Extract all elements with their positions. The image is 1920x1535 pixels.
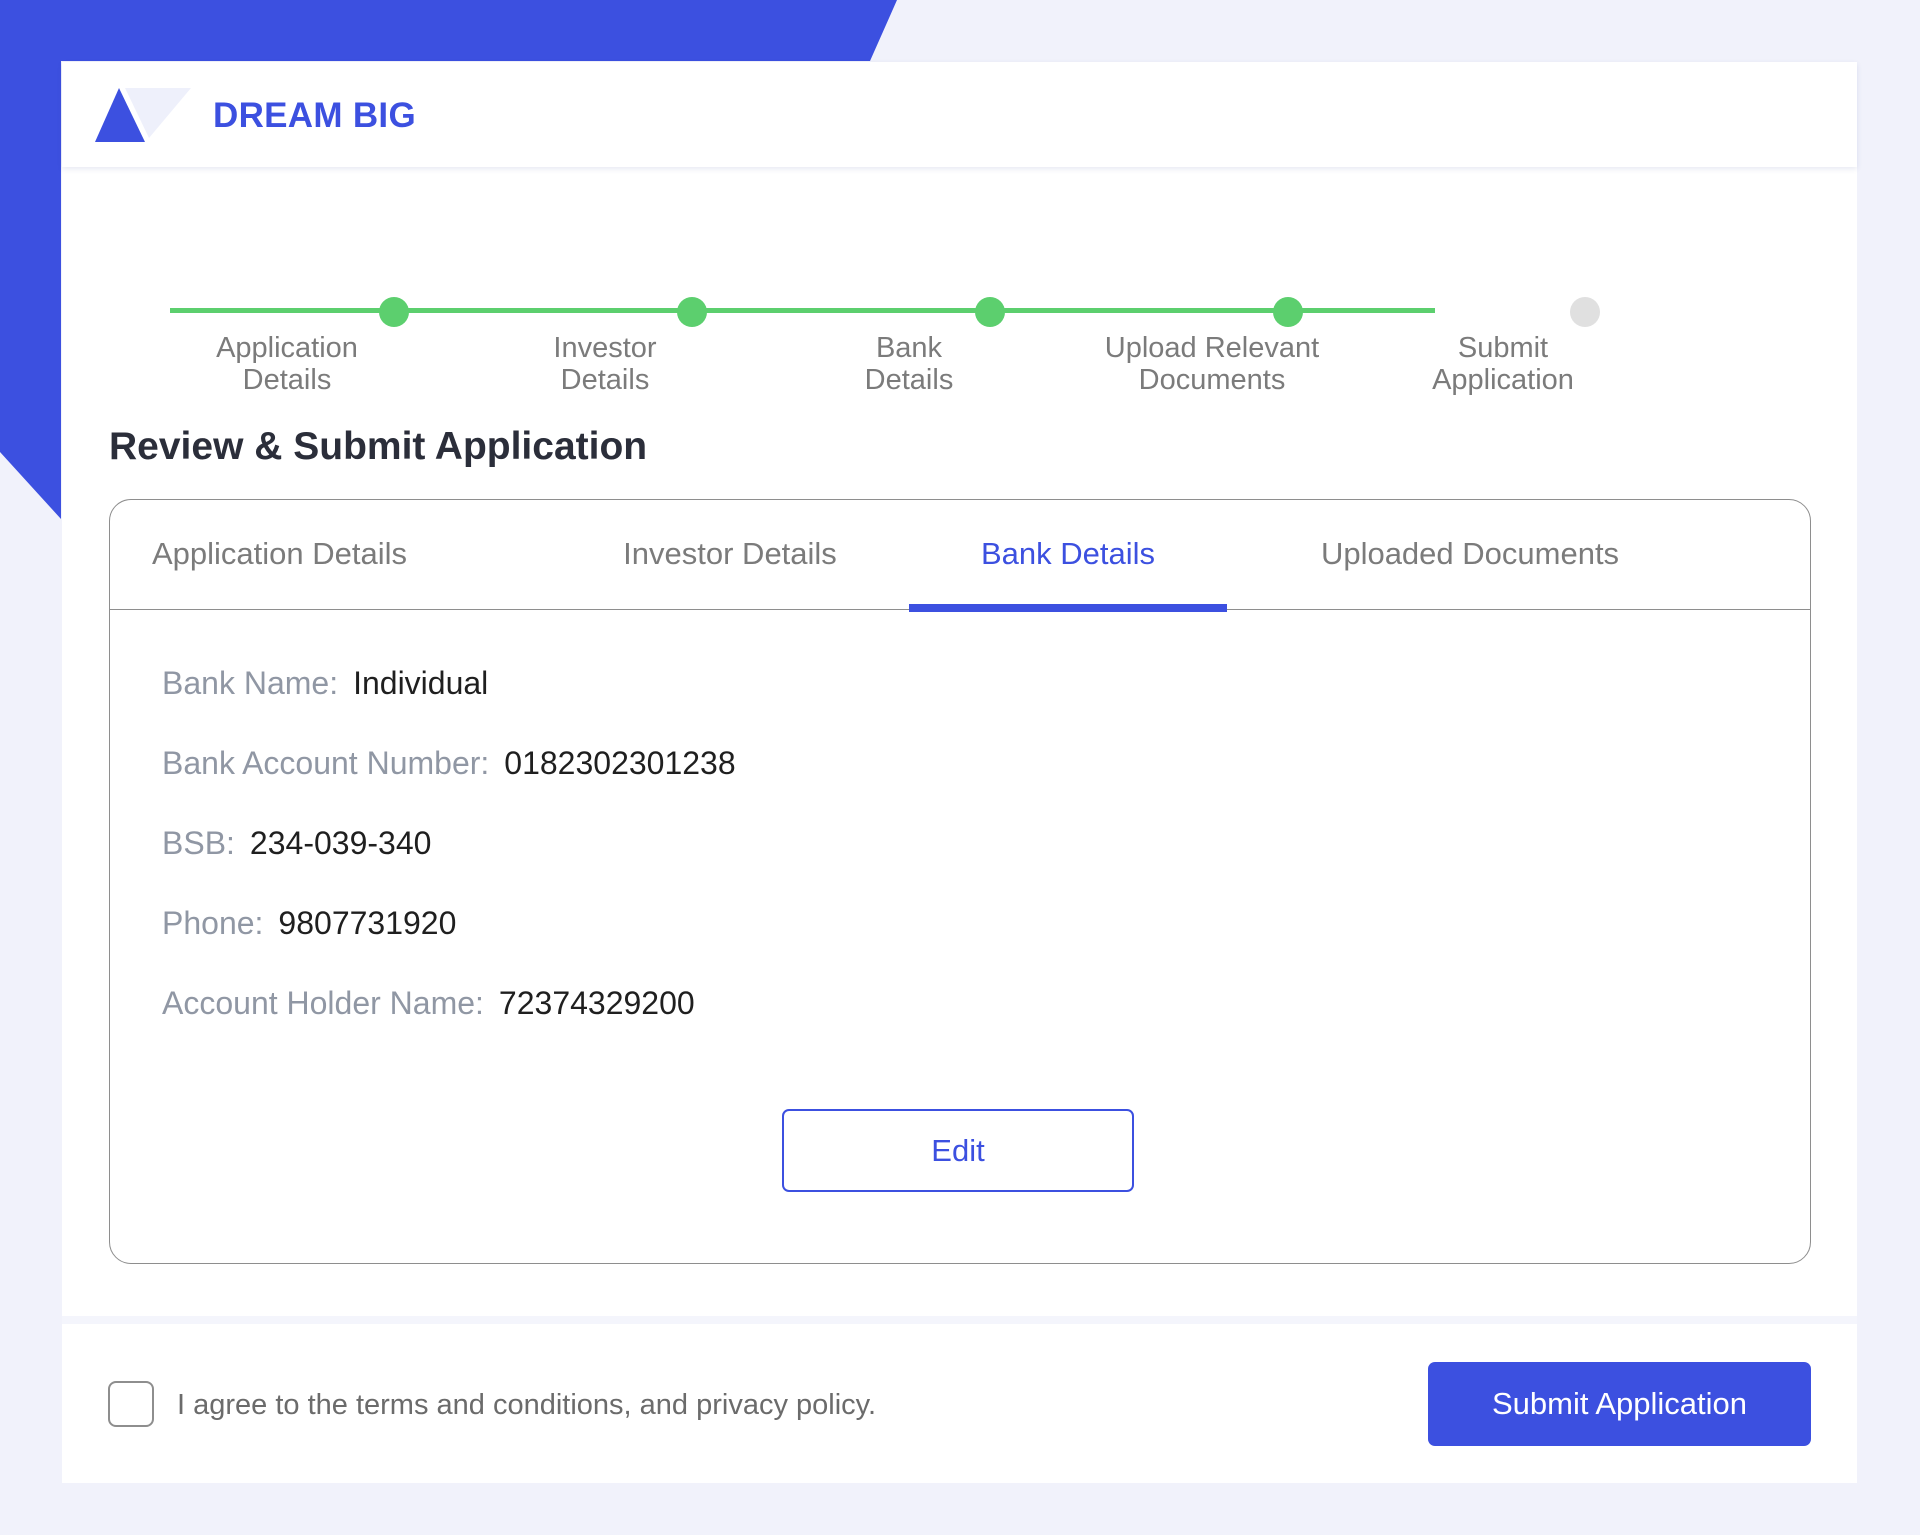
field-bank-account-number: Bank Account Number: 0182302301238 (162, 745, 736, 825)
tab-investor-details[interactable]: Investor Details (550, 500, 910, 610)
field-value: 9807731920 (278, 905, 457, 941)
agree-label: I agree to the terms and conditions, and… (177, 1389, 877, 1421)
submit-application-button[interactable]: Submit Application (1428, 1362, 1811, 1446)
footer-divider (62, 1316, 1857, 1324)
field-label: Bank Account Number: (162, 745, 490, 781)
step-dot-end (1570, 297, 1600, 327)
page-title: Review & Submit Application (109, 425, 648, 468)
field-bank-name: Bank Name: Individual (162, 665, 736, 745)
step-label-bank[interactable]: Bank Details (779, 332, 1039, 396)
step-label-upload[interactable]: Upload Relevant Documents (1082, 332, 1342, 396)
step-dot-submit (1273, 297, 1303, 327)
field-label: Bank Name: (162, 665, 339, 701)
field-label: BSB: (162, 825, 235, 861)
step-label-investor[interactable]: Investor Details (475, 332, 735, 396)
edit-button[interactable]: Edit (782, 1109, 1134, 1192)
application-card: DREAM BIG Application Details Investor D… (62, 62, 1857, 1483)
step-label-submit[interactable]: Submit Application (1373, 332, 1633, 396)
field-value: Individual (353, 665, 489, 701)
field-value: 72374329200 (498, 985, 695, 1021)
step-label-application[interactable]: Application Details (157, 332, 417, 396)
step-dot-upload (975, 297, 1005, 327)
review-tabs: Application Details Investor Details Ban… (110, 500, 1810, 612)
logo-triangle-icon (95, 88, 191, 142)
review-panel: Application Details Investor Details Ban… (109, 499, 1811, 1264)
app-header: DREAM BIG (62, 62, 1857, 167)
field-label: Account Holder Name: (162, 985, 484, 1021)
field-phone: Phone: 9807731920 (162, 905, 736, 985)
step-connector (170, 308, 1435, 313)
tab-application-details[interactable]: Application Details (152, 500, 442, 610)
step-dot-investor (379, 297, 409, 327)
field-bsb: BSB: 234-039-340 (162, 825, 736, 905)
field-account-holder-name: Account Holder Name: 72374329200 (162, 985, 736, 1065)
tab-bank-details[interactable]: Bank Details (909, 500, 1227, 612)
progress-stepper: Application Details Investor Details Ban… (107, 222, 1667, 422)
agree-checkbox[interactable] (108, 1381, 154, 1427)
field-value: 234-039-340 (249, 825, 432, 861)
bank-details-list: Bank Name: Individual Bank Account Numbe… (162, 665, 736, 1065)
brand-name: DREAM BIG (213, 96, 416, 135)
tab-uploaded-documents[interactable]: Uploaded Documents (1300, 500, 1640, 610)
field-label: Phone: (162, 905, 264, 941)
field-value: 0182302301238 (504, 745, 736, 781)
step-dot-bank (677, 297, 707, 327)
